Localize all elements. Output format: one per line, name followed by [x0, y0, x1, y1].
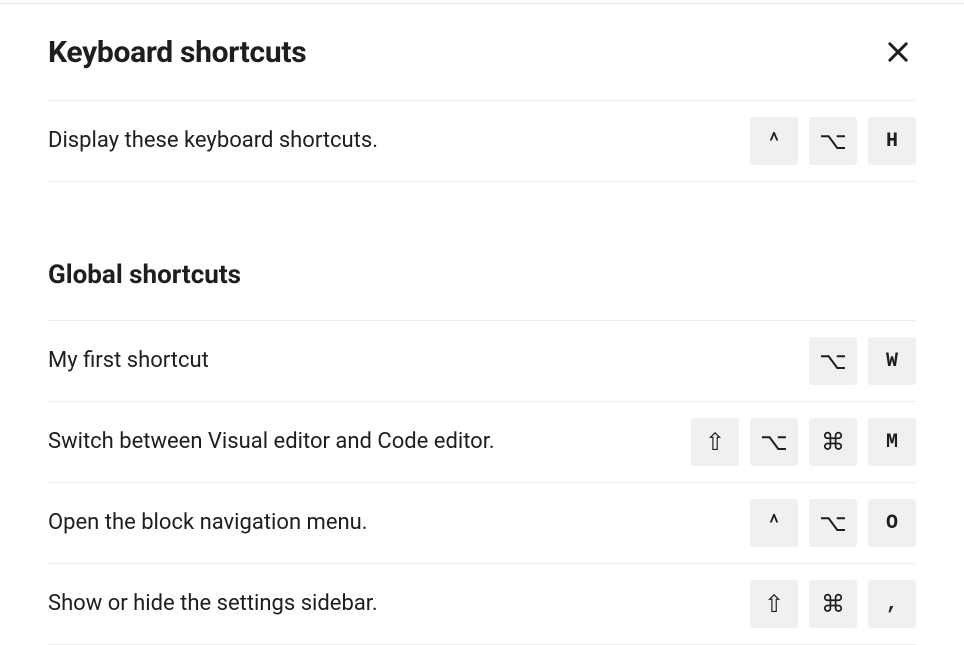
keyboard-key: W	[868, 337, 916, 385]
shortcut-list: My first shortcut⌥WSwitch between Visual…	[48, 321, 916, 645]
shortcut-row: My first shortcut ⌥W	[48, 321, 916, 402]
keyboard-key: ⌥	[750, 418, 798, 466]
shortcut-row: Display these keyboard shortcuts. ^⌥H	[48, 101, 916, 182]
keyboard-key: ⌥	[809, 337, 857, 385]
keyboard-key: ^	[750, 117, 798, 165]
shortcut-description: Show or hide the settings sidebar.	[48, 589, 378, 620]
keyboard-key: ⌥	[809, 499, 857, 547]
keyboard-key: ⌥	[809, 117, 857, 165]
keyboard-key: ,	[868, 580, 916, 628]
shortcut-keys: ⇧⌘,	[750, 580, 916, 628]
shortcut-row: Show or hide the settings sidebar. ⇧⌘,	[48, 564, 916, 645]
shortcut-keys: ⌥W	[809, 337, 916, 385]
shortcut-description: Display these keyboard shortcuts.	[48, 126, 378, 157]
keyboard-key: ^	[750, 499, 798, 547]
modal-header: Keyboard shortcuts	[48, 4, 916, 101]
shortcut-description: Open the block navigation menu.	[48, 508, 368, 539]
section-title: Global shortcuts	[48, 252, 916, 321]
keyboard-key: ⇧	[750, 580, 798, 628]
close-icon	[884, 38, 912, 66]
keyboard-key: ⇧	[691, 418, 739, 466]
keyboard-key: O	[868, 499, 916, 547]
shortcut-keys: ⇧⌥⌘M	[691, 418, 916, 466]
shortcut-description: My first shortcut	[48, 346, 209, 377]
keyboard-shortcuts-modal: Keyboard shortcuts Display these keyboar…	[0, 4, 964, 645]
shortcut-row: Switch between Visual editor and Code ed…	[48, 402, 916, 483]
shortcut-keys: ^⌥H	[750, 117, 916, 165]
section-spacer	[48, 182, 916, 252]
modal-title: Keyboard shortcuts	[48, 35, 306, 70]
shortcut-description: Switch between Visual editor and Code ed…	[48, 427, 495, 458]
keyboard-key: ⌘	[809, 418, 857, 466]
close-button[interactable]	[880, 34, 916, 70]
keyboard-key: H	[868, 117, 916, 165]
shortcut-row: Open the block navigation menu. ^⌥O	[48, 483, 916, 564]
keyboard-key: M	[868, 418, 916, 466]
shortcut-keys: ^⌥O	[750, 499, 916, 547]
keyboard-key: ⌘	[809, 580, 857, 628]
